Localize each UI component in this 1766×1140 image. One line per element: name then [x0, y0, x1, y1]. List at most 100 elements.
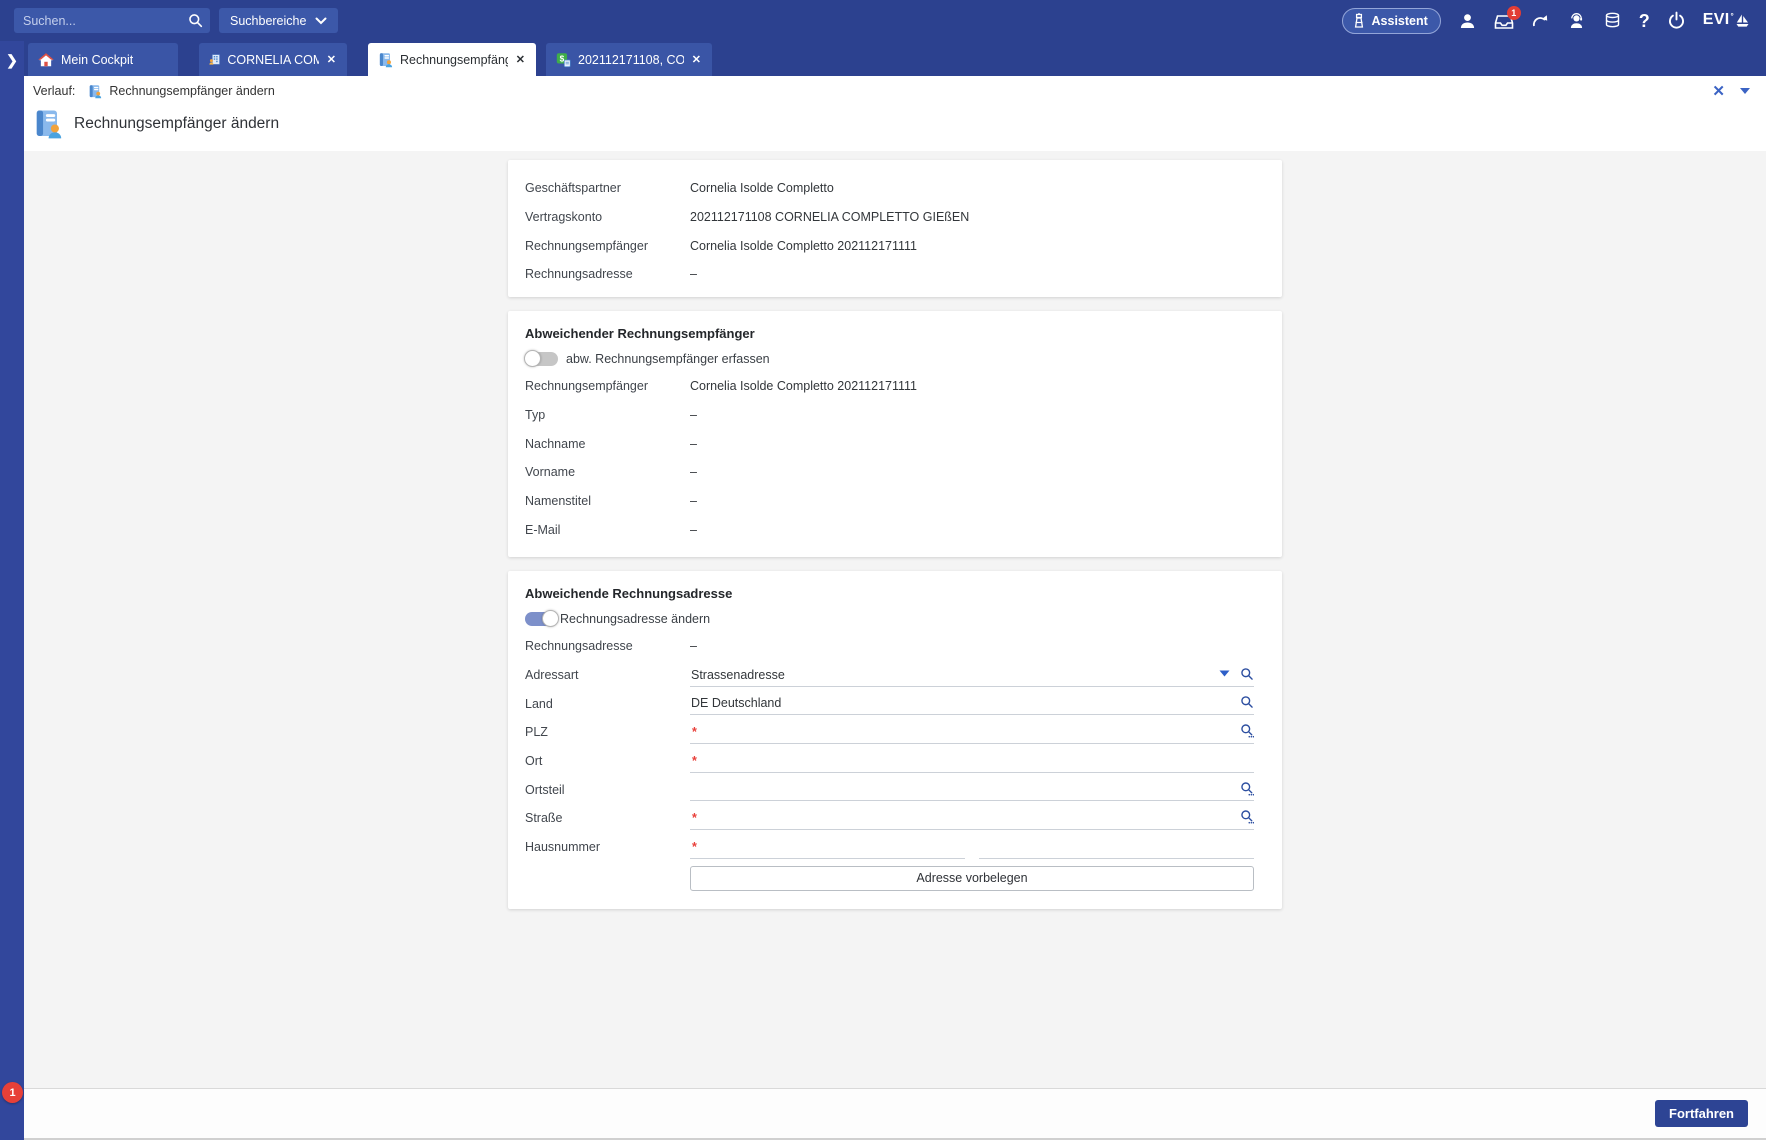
alt-recipient-toggle[interactable]: [525, 352, 558, 366]
field-row: Rechnungsadresse –: [508, 632, 1282, 661]
field-row: Straße *: [508, 804, 1282, 833]
country-input[interactable]: [690, 693, 1234, 714]
alt-address-toggle[interactable]: [525, 612, 558, 626]
database-icon[interactable]: [1603, 12, 1622, 30]
user-icon[interactable]: [1458, 12, 1477, 30]
chevron-down-icon: [315, 17, 327, 25]
page-body: Geschäftspartner Cornelia Isolde Complet…: [24, 151, 1766, 1088]
search-input[interactable]: [14, 14, 180, 28]
assistant-label: Assistent: [1372, 14, 1428, 28]
topbar-actions: Assistent 1 ? EVI°: [1342, 8, 1766, 34]
field-row: Rechnungsempfänger Cornelia Isolde Compl…: [508, 372, 1282, 401]
history-breadcrumb: Verlauf: Rechnungsempfänger ändern ✕: [24, 76, 1766, 106]
page-header: Verlauf: Rechnungsempfänger ändern ✕ Rec…: [24, 76, 1766, 151]
tabstrip: Mein Cockpit CORNELIA COMPLET... ✕ Rechn…: [24, 41, 1766, 76]
district-input[interactable]: [690, 779, 1234, 800]
search-icon[interactable]: [1240, 695, 1254, 709]
history-entry-label: Rechnungsempfänger ändern: [109, 84, 274, 98]
search-scopes-button[interactable]: Suchbereiche: [219, 8, 338, 33]
value-help-icon[interactable]: [1240, 723, 1254, 738]
field-row: Ortsteil: [508, 775, 1282, 804]
value-help-icon[interactable]: [1240, 781, 1254, 796]
field-row: Namenstitel –: [508, 487, 1282, 516]
brand-logo: EVI°: [1703, 11, 1750, 30]
field-label: Rechnungsempfänger: [525, 379, 690, 393]
support-agent-icon[interactable]: [1567, 12, 1586, 30]
value-help-icon[interactable]: [1240, 809, 1254, 824]
field-label: Ortsteil: [525, 783, 690, 797]
field-label: PLZ: [525, 725, 690, 739]
field-row: Nachname –: [508, 429, 1282, 458]
field-label: Vorname: [525, 465, 690, 479]
street-input[interactable]: [702, 807, 1234, 828]
close-page-icon[interactable]: ✕: [1712, 84, 1725, 99]
tab-label: 202112171108, COR...: [578, 53, 684, 67]
house-number-suffix-input[interactable]: [979, 836, 1254, 857]
footer-bar: Fortfahren: [24, 1088, 1766, 1140]
tab-business-partner[interactable]: CORNELIA COMPLET... ✕: [199, 43, 347, 76]
address-type-field: [690, 664, 1254, 687]
business-partner-link[interactable]: Cornelia Isolde Completto: [690, 181, 834, 195]
tab-contract-account[interactable]: $ 202112171108, COR... ✕: [546, 43, 712, 76]
assistant-button[interactable]: Assistent: [1342, 8, 1441, 34]
field-label: Adressart: [525, 668, 690, 682]
topbar: Suchbereiche Assistent 1 ? EVI°: [0, 0, 1766, 41]
address-type-input[interactable]: [690, 664, 1213, 685]
invoice-recipient-link[interactable]: Cornelia Isolde Completto 202112171111: [690, 239, 917, 253]
required-marker: *: [690, 840, 702, 854]
summary-row: Vertragskonto 202112171108 CORNELIA COMP…: [508, 203, 1282, 232]
section-title: Abweichende Rechnungsadresse: [508, 571, 1282, 606]
dropdown-caret-icon[interactable]: [1219, 670, 1230, 677]
house-number-field: *: [690, 836, 965, 859]
close-tab-icon[interactable]: ✕: [326, 53, 337, 66]
help-icon[interactable]: ?: [1639, 12, 1650, 30]
continue-button[interactable]: Fortfahren: [1655, 1100, 1748, 1127]
collapsed-sidebar: ❯: [0, 41, 24, 1140]
search-icon[interactable]: [1240, 667, 1254, 681]
prefill-address-button[interactable]: Adresse vorbelegen: [690, 866, 1254, 891]
tab-mein-cockpit[interactable]: Mein Cockpit: [28, 43, 178, 76]
contract-account-link[interactable]: 202112171108 CORNELIA COMPLETTO GIEßEN: [690, 210, 969, 224]
inbox-icon[interactable]: 1: [1494, 12, 1514, 30]
field-value: –: [690, 408, 697, 422]
redo-icon[interactable]: [1531, 12, 1550, 29]
field-value: –: [690, 494, 697, 508]
toggle-label: abw. Rechnungsempfänger erfassen: [566, 352, 770, 366]
alt-recipient-card: Abweichender Rechnungsempfänger abw. Rec…: [508, 311, 1282, 557]
zip-input[interactable]: [702, 721, 1234, 742]
history-entry[interactable]: Rechnungsempfänger ändern: [88, 84, 274, 99]
summary-card: Geschäftspartner Cornelia Isolde Complet…: [508, 160, 1282, 297]
house-number-input[interactable]: [702, 836, 965, 857]
invoice-recipient-icon: [378, 51, 393, 69]
city-field: *: [690, 750, 1254, 773]
summary-row: Rechnungsempfänger Cornelia Isolde Compl…: [508, 231, 1282, 260]
logout-power-icon[interactable]: [1667, 11, 1686, 30]
brand-text: EVI: [1703, 11, 1730, 29]
global-search[interactable]: [14, 8, 210, 33]
field-label: Rechnungsadresse: [525, 639, 690, 653]
field-label: Vertragskonto: [525, 210, 690, 224]
prefill-row: Adresse vorbelegen: [508, 862, 1282, 891]
invoice-recipient-link[interactable]: Cornelia Isolde Completto 202112171111: [690, 379, 917, 393]
field-value: –: [690, 437, 697, 451]
expand-sidebar-icon[interactable]: ❯: [0, 52, 24, 69]
invoice-recipient-icon: [88, 84, 102, 99]
search-scopes-label: Suchbereiche: [230, 14, 306, 28]
notification-badge[interactable]: 1: [2, 1082, 23, 1103]
search-icon[interactable]: [180, 8, 210, 33]
field-label: Nachname: [525, 437, 690, 451]
title-row: Rechnungsempfänger ändern: [24, 106, 1766, 140]
svg-text:$: $: [560, 53, 565, 63]
zip-field: *: [690, 721, 1254, 744]
close-tab-icon[interactable]: ✕: [515, 53, 526, 66]
field-label: E-Mail: [525, 523, 690, 537]
history-label: Verlauf:: [33, 84, 75, 98]
history-dropdown-icon[interactable]: [1740, 88, 1750, 94]
tab-rechnungsempfaenger[interactable]: Rechnungsempfäng... ✕: [368, 43, 536, 76]
city-input[interactable]: [702, 750, 1254, 771]
close-tab-icon[interactable]: ✕: [691, 53, 702, 66]
field-row: Ort *: [508, 747, 1282, 776]
home-icon: [38, 52, 54, 68]
business-partner-icon: [209, 51, 220, 68]
field-label: Typ: [525, 408, 690, 422]
